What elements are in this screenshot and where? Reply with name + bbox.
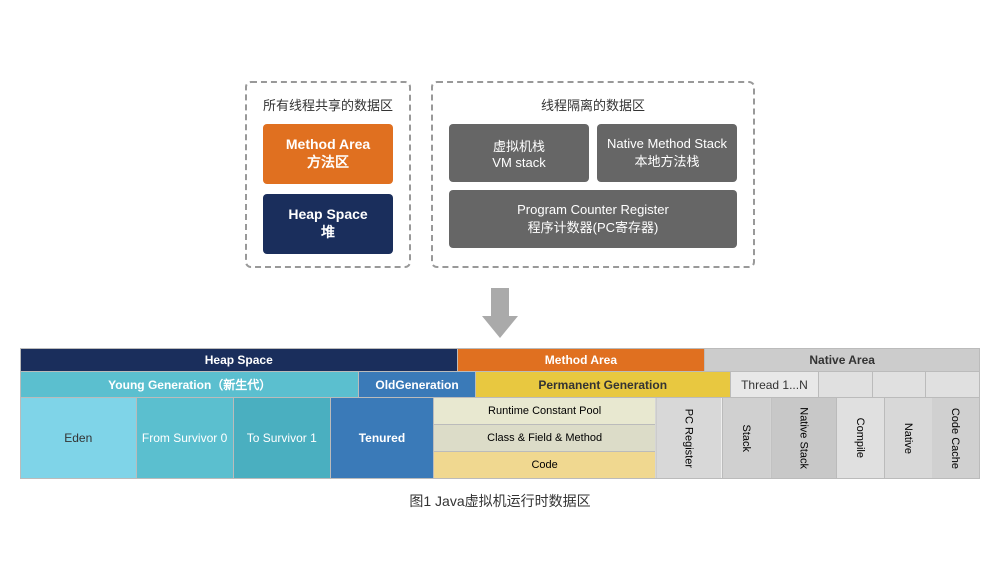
arrow-head (482, 316, 518, 338)
perm-gen-header: Permanent Generation (476, 372, 731, 397)
native-stack-box: Native Method Stack 本地方法栈 (597, 124, 737, 182)
top-section: 所有线程共享的数据区 Method Area 方法区 Heap Space 堆 … (20, 71, 980, 278)
pc-register-line1: Program Counter Register (459, 202, 727, 217)
header-row: Heap Space Method Area Native Area (21, 349, 979, 372)
runtime-constant-row: Runtime Constant Pool (434, 398, 655, 425)
isolated-label: 线程隔离的数据区 (449, 95, 737, 114)
compile-text: Compile (855, 418, 867, 458)
native-stack-cell: Native Stack (770, 398, 836, 478)
subheader-row: Young Generation（新生代） Old Generation Per… (21, 372, 979, 398)
arrow-container (20, 288, 980, 338)
native-stack-line1: Native Method Stack (607, 136, 727, 151)
native2-text: Native (903, 422, 915, 453)
code-row: Code (434, 452, 655, 478)
stack-text: Stack (740, 424, 752, 452)
isolated-area: 线程隔离的数据区 虚拟机栈 VM stack Native Method Sta… (431, 81, 755, 268)
to-survivor-cell: To Survivor 1 (234, 398, 331, 478)
codecache-text: Code Cache (950, 407, 962, 468)
codecache-cell: Code Cache (932, 398, 979, 478)
native-stack-line2: 本地方法栈 (607, 151, 727, 170)
heap-space-box: Heap Space 堆 (263, 194, 393, 254)
stack-cell: Stack (722, 398, 770, 478)
young-gen-header: Young Generation（新生代） (21, 372, 359, 397)
pc-register-box: Program Counter Register 程序计数器(PC寄存器) (449, 190, 737, 248)
detail-row: Eden From Survivor 0 To Survivor 1 Tenur… (21, 398, 979, 478)
perm-sub-col: Runtime Constant Pool Class & Field & Me… (434, 398, 655, 478)
vm-stack-box: 虚拟机栈 VM stack (449, 124, 589, 182)
pc-register-cell: PC Register (655, 398, 721, 478)
tenured-cell: Tenured (331, 398, 434, 478)
thread-header: Thread 1...N (731, 372, 819, 397)
pc-register-line2: 程序计数器(PC寄存器) (459, 217, 727, 236)
old-gen-header: Old Generation (359, 372, 475, 397)
native-area-header: Native Area (705, 349, 979, 371)
codecache-header (926, 372, 979, 397)
isolated-grid: 虚拟机栈 VM stack Native Method Stack 本地方法栈 … (449, 124, 737, 248)
heap-space-header: Heap Space (21, 349, 458, 371)
method-area-line1: Method Area (283, 136, 373, 152)
shared-area: 所有线程共享的数据区 Method Area 方法区 Heap Space 堆 (245, 81, 411, 268)
heap-space-line2: 堆 (283, 222, 373, 242)
compile-cell: Compile (836, 398, 884, 478)
shared-label: 所有线程共享的数据区 (263, 95, 393, 114)
method-area-header: Method Area (458, 349, 706, 371)
bottom-table: Heap Space Method Area Native Area Young… (20, 348, 980, 479)
compile-header (819, 372, 873, 397)
vm-stack-line1: 虚拟机栈 (459, 136, 579, 155)
main-container: 所有线程共享的数据区 Method Area 方法区 Heap Space 堆 … (20, 71, 980, 511)
vm-stack-line2: VM stack (459, 155, 579, 170)
arrow-down (482, 288, 518, 338)
method-area-line2: 方法区 (283, 152, 373, 172)
arrow-shaft (491, 288, 509, 316)
native2-header (873, 372, 927, 397)
native-stack-text: Native Stack (797, 407, 809, 469)
heap-space-line1: Heap Space (283, 206, 373, 222)
from-survivor-cell: From Survivor 0 (137, 398, 234, 478)
caption: 图1 Java虚拟机运行时数据区 (20, 491, 980, 511)
old-gen-line2: Generation (395, 378, 458, 392)
class-field-row: Class & Field & Method (434, 425, 655, 452)
native2-cell: Native (884, 398, 932, 478)
eden-cell: Eden (21, 398, 137, 478)
pc-register-text: PC Register (683, 408, 695, 467)
old-gen-line1: Old (375, 378, 395, 392)
method-area-box: Method Area 方法区 (263, 124, 393, 184)
